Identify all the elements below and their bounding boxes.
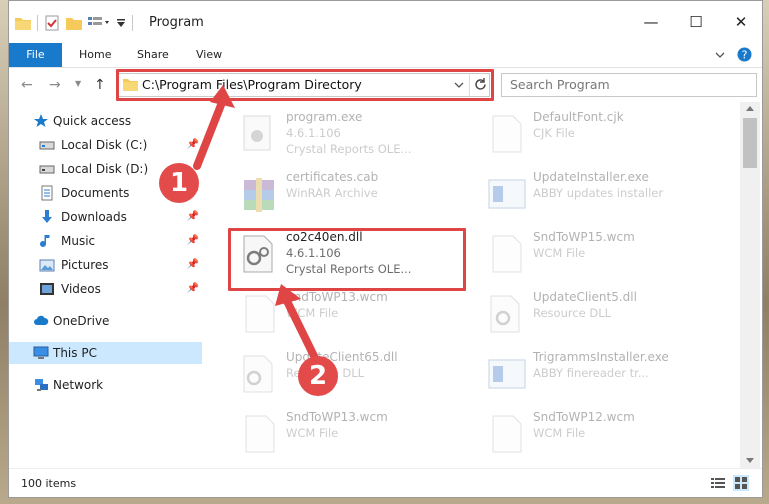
step-1-badge: 1 xyxy=(159,163,199,203)
arrow-1 xyxy=(193,101,225,170)
arrow-2 xyxy=(283,297,318,360)
arrow-1-head xyxy=(210,85,235,108)
annotation-arrows xyxy=(193,85,318,360)
step-2-badge: 2 xyxy=(298,356,338,396)
explorer-window: Program — ☐ ✕ File Home Share View ? ← →… xyxy=(8,0,763,498)
